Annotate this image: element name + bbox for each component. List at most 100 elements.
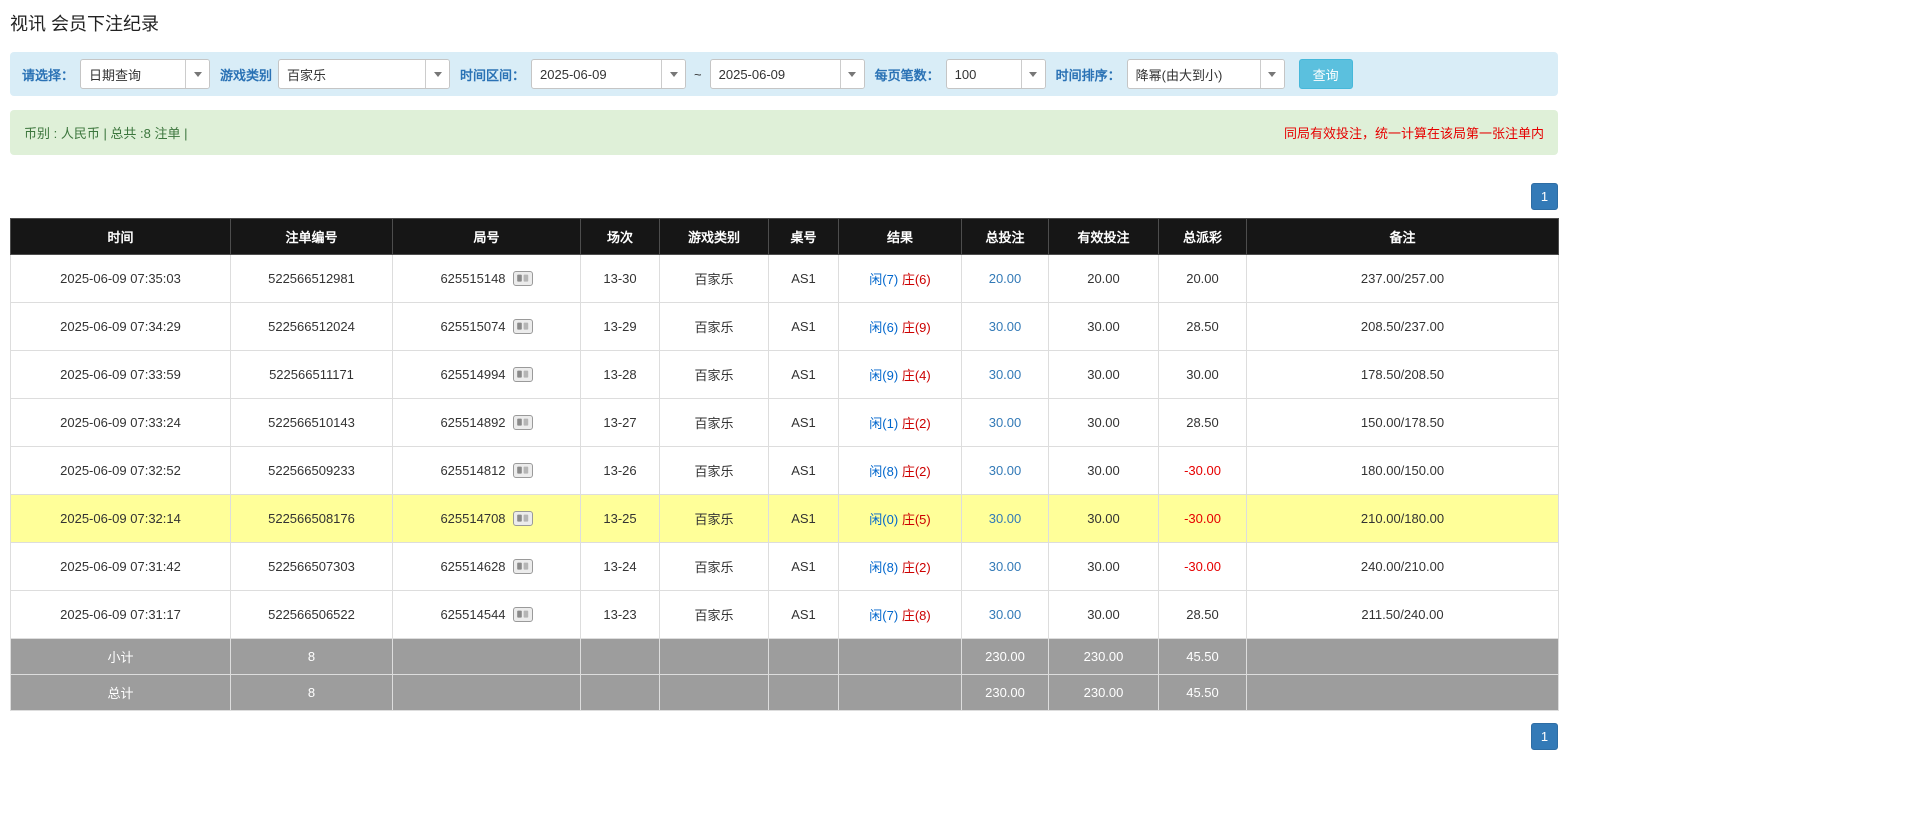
summary-cell (839, 675, 962, 711)
result-banker: 庄(2) (902, 464, 931, 479)
total-bet-link[interactable]: 30.00 (989, 511, 1022, 526)
cell-remark: 150.00/178.50 (1247, 399, 1559, 447)
cell-total-bet: 30.00 (962, 303, 1049, 351)
chevron-down-icon[interactable] (840, 60, 864, 88)
video-replay-icon[interactable] (513, 511, 533, 526)
search-button[interactable]: 查询 (1299, 59, 1353, 89)
video-replay-icon[interactable] (513, 271, 533, 286)
total-bet-link[interactable]: 30.00 (989, 415, 1022, 430)
date-to-input[interactable]: 2025-06-09 (710, 59, 865, 89)
total-bet-link[interactable]: 20.00 (989, 271, 1022, 286)
chevron-down-icon[interactable] (1260, 60, 1284, 88)
cell-game-type: 百家乐 (660, 255, 769, 303)
cell-game-type: 百家乐 (660, 351, 769, 399)
cell-session: 13-28 (581, 351, 660, 399)
column-header-valid-bet: 有效投注 (1049, 219, 1159, 255)
sort-select[interactable]: 降幂(由大到小) (1127, 59, 1285, 89)
filter-group-game-type: 游戏类别 百家乐 (220, 59, 450, 89)
cell-time: 2025-06-09 07:35:03 (11, 255, 231, 303)
cell-bet-id: 522566509233 (231, 447, 393, 495)
video-replay-icon[interactable] (513, 559, 533, 574)
column-header-session: 场次 (581, 219, 660, 255)
summary-currency-count: 币别 : 人民币 | 总共 :8 注单 | (24, 123, 188, 142)
summary-cell (581, 639, 660, 675)
page-size-value: 100 (947, 60, 1021, 88)
video-replay-icon[interactable] (513, 415, 533, 430)
video-replay-icon[interactable] (513, 367, 533, 382)
query-type-select[interactable]: 日期查询 (80, 59, 210, 89)
cell-round-id: 625514708 (393, 495, 581, 543)
cell-result: 闲(7) 庄(6) (839, 255, 962, 303)
cell-time: 2025-06-09 07:33:24 (11, 399, 231, 447)
cell-session: 13-26 (581, 447, 660, 495)
cell-bet-id: 522566507303 (231, 543, 393, 591)
cell-game-type: 百家乐 (660, 399, 769, 447)
cell-session: 13-27 (581, 399, 660, 447)
table-header-row: 时间 注单编号 局号 场次 游戏类别 桌号 结果 总投注 有效投注 总派彩 备注 (11, 219, 1559, 255)
cell-bet-id: 522566511171 (231, 351, 393, 399)
bet-table-body: 2025-06-09 07:35:03522566512981625515148… (11, 255, 1559, 711)
summary-cell (769, 675, 839, 711)
chevron-down-icon[interactable] (1021, 60, 1045, 88)
cell-valid-bet: 30.00 (1049, 447, 1159, 495)
page-button-1[interactable]: 1 (1531, 183, 1558, 210)
video-replay-icon[interactable] (513, 463, 533, 478)
summary-cell (769, 639, 839, 675)
cell-payout: -30.00 (1159, 447, 1247, 495)
cell-total-bet: 30.00 (962, 351, 1049, 399)
summary-cell (1247, 675, 1559, 711)
cell-session: 13-29 (581, 303, 660, 351)
total-bet-link[interactable]: 30.00 (989, 607, 1022, 622)
query-type-label: 请选择： (22, 65, 74, 84)
total-bet-link[interactable]: 30.00 (989, 559, 1022, 574)
cell-bet-id: 522566512024 (231, 303, 393, 351)
cell-time: 2025-06-09 07:33:59 (11, 351, 231, 399)
summary-cell: 230.00 (962, 675, 1049, 711)
bet-table: 时间 注单编号 局号 场次 游戏类别 桌号 结果 总投注 有效投注 总派彩 备注… (10, 218, 1559, 711)
cell-payout: 28.50 (1159, 399, 1247, 447)
game-type-select[interactable]: 百家乐 (278, 59, 450, 89)
total-bet-link[interactable]: 30.00 (989, 463, 1022, 478)
cell-payout: 28.50 (1159, 303, 1247, 351)
cell-total-bet: 30.00 (962, 447, 1049, 495)
cell-table-no: AS1 (769, 255, 839, 303)
chevron-down-icon[interactable] (661, 60, 685, 88)
cell-total-bet: 30.00 (962, 495, 1049, 543)
video-replay-icon[interactable] (513, 319, 533, 334)
filter-bar: 请选择： 日期查询 游戏类别 百家乐 时间区间： 2025-06-09 ~ 20… (10, 52, 1558, 96)
cell-round-id: 625514994 (393, 351, 581, 399)
video-replay-icon[interactable] (513, 607, 533, 622)
result-player: 闲(1) (869, 416, 898, 431)
cell-remark: 180.00/150.00 (1247, 447, 1559, 495)
summary-cell: 230.00 (1049, 639, 1159, 675)
summary-cell: 总计 (11, 675, 231, 711)
game-type-label: 游戏类别 (220, 65, 272, 84)
cell-game-type: 百家乐 (660, 543, 769, 591)
result-player: 闲(8) (869, 464, 898, 479)
result-player: 闲(6) (869, 320, 898, 335)
table-row: 2025-06-09 07:33:24522566510143625514892… (11, 399, 1559, 447)
page-size-select[interactable]: 100 (946, 59, 1046, 89)
cell-remark: 211.50/240.00 (1247, 591, 1559, 639)
cell-round-id: 625514812 (393, 447, 581, 495)
summary-cell: 8 (231, 639, 393, 675)
total-bet-link[interactable]: 30.00 (989, 319, 1022, 334)
cell-bet-id: 522566512981 (231, 255, 393, 303)
chevron-down-icon[interactable] (425, 60, 449, 88)
table-row: 2025-06-09 07:31:42522566507303625514628… (11, 543, 1559, 591)
cell-valid-bet: 30.00 (1049, 399, 1159, 447)
cell-payout: 28.50 (1159, 591, 1247, 639)
result-player: 闲(7) (869, 272, 898, 287)
sort-value: 降幂(由大到小) (1128, 60, 1260, 88)
cell-session: 13-24 (581, 543, 660, 591)
cell-payout: -30.00 (1159, 495, 1247, 543)
chevron-down-icon[interactable] (185, 60, 209, 88)
cell-remark: 178.50/208.50 (1247, 351, 1559, 399)
cell-result: 闲(6) 庄(9) (839, 303, 962, 351)
date-from-input[interactable]: 2025-06-09 (531, 59, 686, 89)
cell-result: 闲(0) 庄(5) (839, 495, 962, 543)
total-bet-link[interactable]: 30.00 (989, 367, 1022, 382)
cell-game-type: 百家乐 (660, 591, 769, 639)
page-button-1[interactable]: 1 (1531, 723, 1558, 750)
cell-table-no: AS1 (769, 303, 839, 351)
